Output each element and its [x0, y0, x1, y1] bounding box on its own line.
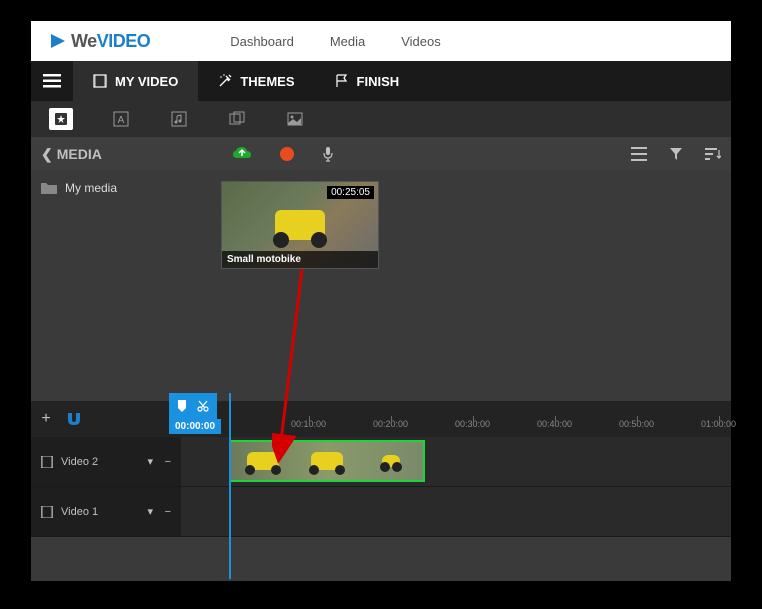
cut-icon[interactable] — [197, 400, 209, 412]
tab-myvideo[interactable]: MY VIDEO — [73, 61, 198, 101]
timeline-header: + 00:00:00 00:10:00 00:20:00 00:30:00 00… — [31, 401, 731, 437]
clip-frame — [295, 442, 359, 480]
thumbnail-duration: 00:25:05 — [327, 186, 374, 199]
film-icon — [93, 74, 107, 88]
chevron-down-icon[interactable]: ▾ — [147, 455, 153, 468]
clip-frame — [359, 442, 423, 480]
record-icon[interactable] — [280, 147, 294, 161]
subtab-image[interactable] — [285, 109, 305, 129]
track-video2: Video 2 ▾ − — [31, 437, 731, 487]
ruler-tick: 00:50:00 — [619, 419, 654, 429]
minus-icon[interactable]: − — [165, 506, 171, 518]
timeline-ruler[interactable]: 00:10:00 00:20:00 00:30:00 00:40:00 00:5… — [229, 419, 731, 435]
list-view-icon[interactable] — [631, 147, 647, 161]
track-head-video1[interactable]: Video 1 ▾ − — [31, 487, 181, 536]
flag-icon — [335, 74, 349, 88]
media-content: 00:25:05 Small motobike — [211, 171, 731, 401]
minus-icon[interactable]: − — [165, 456, 171, 468]
playhead-line[interactable] — [229, 393, 231, 579]
add-track-button[interactable]: + — [31, 410, 61, 428]
media-back-label: MEDIA — [57, 146, 102, 162]
mic-icon[interactable] — [322, 146, 334, 162]
subtabs: A — [31, 101, 731, 137]
film-icon — [41, 456, 53, 468]
ruler-tick: 00:20:00 — [373, 419, 408, 429]
ruler-tick: 00:10:00 — [291, 419, 326, 429]
media-thumbnail[interactable]: 00:25:05 Small motobike — [221, 181, 379, 269]
playhead-time: 00:00:00 — [169, 419, 221, 434]
media-back-button[interactable]: ❮ MEDIA — [41, 146, 102, 163]
svg-text:A: A — [118, 115, 125, 126]
snap-magnet-icon[interactable] — [65, 411, 83, 427]
cloud-upload-icon[interactable] — [232, 146, 252, 162]
folder-label: My media — [65, 181, 117, 195]
subtab-text[interactable]: A — [111, 109, 131, 129]
media-sidebar: My media — [31, 171, 211, 401]
chevron-left-icon: ❮ — [41, 146, 53, 163]
filter-icon[interactable] — [669, 147, 683, 161]
tab-themes-label: THEMES — [240, 74, 294, 89]
subtab-transitions[interactable] — [227, 109, 247, 129]
tab-bar: MY VIDEO THEMES FINISH — [31, 61, 731, 101]
header: WeVIDEO Dashboard Media Videos — [31, 21, 731, 61]
folder-mymedia[interactable]: My media — [41, 181, 201, 195]
nav-videos[interactable]: Videos — [401, 34, 441, 49]
subtab-star[interactable] — [49, 108, 73, 130]
tab-finish[interactable]: FINISH — [315, 61, 420, 101]
wand-icon — [218, 74, 232, 88]
chevron-down-icon[interactable]: ▾ — [147, 505, 153, 518]
logo[interactable]: WeVIDEO — [49, 31, 150, 52]
hamburger-menu-button[interactable] — [31, 61, 73, 101]
track-head-video2[interactable]: Video 2 ▾ − — [31, 437, 181, 486]
subtab-music[interactable] — [169, 109, 189, 129]
media-panel: My media 00:25:05 Small motobike — [31, 171, 731, 401]
timeline-clip[interactable] — [229, 440, 425, 482]
ruler-tick: 00:30:00 — [455, 419, 490, 429]
header-nav: Dashboard Media Videos — [230, 34, 441, 49]
nav-media[interactable]: Media — [330, 34, 365, 49]
film-icon — [41, 506, 53, 518]
nav-dashboard[interactable]: Dashboard — [230, 34, 294, 49]
logo-video: VIDEO — [97, 31, 151, 52]
track-label: Video 2 — [61, 456, 98, 468]
tab-finish-label: FINISH — [357, 74, 400, 89]
track-video1: Video 1 ▾ − — [31, 487, 731, 537]
tab-myvideo-label: MY VIDEO — [115, 74, 178, 89]
marker-icon[interactable] — [177, 400, 187, 412]
play-icon — [49, 32, 67, 50]
sort-icon[interactable] — [705, 147, 721, 161]
track-body-video1[interactable] — [181, 487, 731, 536]
media-bar: ❮ MEDIA — [31, 137, 731, 171]
folder-icon — [41, 182, 57, 195]
tab-themes[interactable]: THEMES — [198, 61, 314, 101]
ruler-tick: 01:00:00 — [701, 419, 736, 429]
ruler-tick: 00:40:00 — [537, 419, 572, 429]
thumbnail-title: Small motobike — [222, 251, 378, 268]
track-label: Video 1 — [61, 506, 98, 518]
track-body-video2[interactable] — [181, 437, 731, 486]
playhead-toolbox[interactable] — [169, 393, 217, 419]
clip-frame — [231, 442, 295, 480]
logo-we: We — [71, 31, 97, 52]
